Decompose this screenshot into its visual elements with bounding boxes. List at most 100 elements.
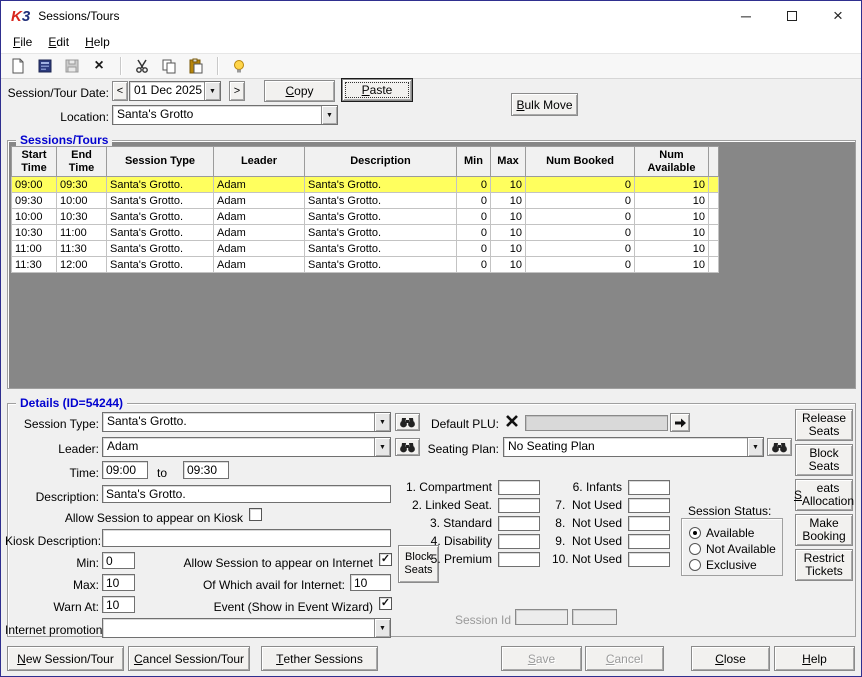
table-cell: 10	[635, 257, 709, 273]
kiosk-description-input[interactable]	[102, 529, 391, 547]
table-row[interactable]: 10:0010:30Santa's Grotto.AdamSanta's Gro…	[12, 209, 719, 225]
table-row[interactable]: 11:3012:00Santa's Grotto.AdamSanta's Gro…	[12, 257, 719, 273]
column-header[interactable]: Max	[491, 147, 526, 177]
menu-help[interactable]: Help	[77, 33, 118, 51]
time-label: Time:	[5, 465, 99, 481]
table-cell: 09:30	[57, 177, 107, 193]
cut-icon[interactable]	[131, 56, 153, 76]
date-select[interactable]: 01 Dec 2025 ▼	[129, 81, 221, 101]
status-option-not-available[interactable]: Not Available	[689, 541, 782, 557]
restrict-tickets-button[interactable]: Restrict Tickets	[795, 549, 853, 581]
table-row[interactable]: 10:3011:00Santa's Grotto.AdamSanta's Gro…	[12, 225, 719, 241]
description-input[interactable]	[102, 485, 391, 503]
title-bar: K3 Sessions/Tours ─ ×	[1, 1, 861, 31]
cancel-session-tour-button[interactable]: Cancel Session/Tour	[128, 646, 250, 671]
seat-class-input[interactable]	[628, 534, 670, 549]
binoculars-icon	[771, 442, 788, 453]
dropdown-arrow-icon[interactable]: ▼	[374, 438, 390, 456]
minimize-icon[interactable]: ─	[723, 1, 769, 31]
dropdown-arrow-icon[interactable]: ▼	[321, 106, 337, 124]
make-booking-button[interactable]: Make Booking	[795, 514, 853, 546]
seat-class-row: 6. Infants	[548, 478, 670, 496]
seat-class-input[interactable]	[628, 498, 670, 513]
internet-promotion-select[interactable]: ▼	[102, 618, 391, 638]
column-header[interactable]: Min	[457, 147, 491, 177]
column-header[interactable]: Num Available	[635, 147, 709, 177]
dropdown-arrow-icon[interactable]: ▼	[204, 82, 220, 100]
time-to-input[interactable]	[183, 461, 229, 479]
internet-check-label: Allow Session to appear on Internet	[139, 555, 373, 571]
dropdown-arrow-icon[interactable]: ▼	[374, 413, 390, 431]
leader-search-button[interactable]	[395, 438, 420, 456]
dropdown-arrow-icon[interactable]: ▼	[747, 438, 763, 456]
event-checkbox[interactable]	[379, 597, 392, 610]
close-icon[interactable]: ×	[815, 1, 861, 31]
table-cell: Adam	[214, 257, 305, 273]
seat-class-input[interactable]	[628, 516, 670, 531]
warn-at-input[interactable]	[102, 596, 135, 613]
status-option-available[interactable]: Available	[689, 525, 782, 541]
time-from-input[interactable]	[102, 461, 148, 479]
date-value: 01 Dec 2025	[130, 82, 204, 100]
seat-class-input[interactable]	[498, 552, 540, 567]
seat-class-input[interactable]	[498, 516, 540, 531]
kiosk-checkbox[interactable]	[249, 508, 262, 521]
column-header[interactable]: End Time	[57, 147, 107, 177]
session-type-search-button[interactable]	[395, 413, 420, 431]
max-input[interactable]	[102, 574, 135, 591]
paste-button[interactable]: Paste	[341, 78, 413, 102]
avail-internet-input[interactable]	[350, 574, 391, 591]
table-cell: 11:00	[57, 225, 107, 241]
new-session-tour-button[interactable]: New Session/Tour	[7, 646, 124, 671]
table-cell-filler	[709, 177, 719, 193]
copy-button[interactable]: Copy	[264, 80, 335, 102]
date-prev-button[interactable]: <	[112, 81, 128, 101]
column-header[interactable]: Num Booked	[526, 147, 635, 177]
release-seats-button[interactable]: Release Seats	[795, 409, 853, 441]
session-type-select[interactable]: Santa's Grotto. ▼	[102, 412, 391, 432]
block-seats-button[interactable]: Block Seats	[795, 444, 853, 476]
table-row[interactable]: 11:0011:30Santa's Grotto.AdamSanta's Gro…	[12, 241, 719, 257]
location-select[interactable]: Santa's Grotto ▼	[112, 105, 338, 125]
table-cell: Santa's Grotto.	[107, 225, 214, 241]
tether-sessions-button[interactable]: Tether Sessions	[261, 646, 378, 671]
seat-class-input[interactable]	[498, 534, 540, 549]
close-button[interactable]: Close	[691, 646, 770, 671]
plu-clear-button[interactable]	[505, 414, 521, 430]
seats-allocation-button[interactable]: Seats Allocation	[795, 479, 853, 511]
dropdown-arrow-icon[interactable]: ▼	[374, 619, 390, 637]
menu-edit[interactable]: Edit	[40, 33, 77, 51]
new-document-icon[interactable]	[7, 56, 29, 76]
bulk-move-button[interactable]: Bulk Move	[511, 93, 578, 116]
paste-icon[interactable]	[185, 56, 207, 76]
status-option-exclusive[interactable]: Exclusive	[689, 557, 782, 573]
table-row[interactable]: 09:0009:30Santa's Grotto.AdamSanta's Gro…	[12, 177, 719, 193]
location-label: Location:	[5, 109, 109, 125]
column-header[interactable]: Description	[305, 147, 457, 177]
seat-class-row: 2. Linked Seat.	[385, 496, 540, 514]
seating-plan-select[interactable]: No Seating Plan ▼	[503, 437, 764, 457]
table-row[interactable]: 09:3010:00Santa's Grotto.AdamSanta's Gro…	[12, 193, 719, 209]
column-header[interactable]: Session Type	[107, 147, 214, 177]
delete-icon[interactable]: ×	[88, 56, 110, 76]
tips-icon[interactable]	[228, 56, 250, 76]
seating-plan-search-button[interactable]	[767, 438, 792, 456]
seating-plan-label: Seating Plan:	[421, 441, 499, 457]
print-preview-icon[interactable]	[34, 56, 56, 76]
seat-class-input[interactable]	[498, 480, 540, 495]
help-button[interactable]: Help	[774, 646, 855, 671]
seat-class-input[interactable]	[498, 498, 540, 513]
menu-file[interactable]: File	[5, 33, 40, 51]
column-header[interactable]: Leader	[214, 147, 305, 177]
maximize-icon[interactable]	[769, 1, 815, 31]
seat-class-input[interactable]	[628, 480, 670, 495]
copy-icon[interactable]	[158, 56, 180, 76]
table-cell: 10:00	[57, 193, 107, 209]
leader-select[interactable]: Adam ▼	[102, 437, 391, 457]
table-header-row: Start TimeEnd TimeSession TypeLeaderDesc…	[12, 147, 719, 177]
date-next-button[interactable]: >	[229, 81, 245, 101]
min-input[interactable]	[102, 552, 135, 569]
column-header[interactable]: Start Time	[12, 147, 57, 177]
plu-assign-button[interactable]	[670, 413, 690, 432]
seat-class-input[interactable]	[628, 552, 670, 567]
